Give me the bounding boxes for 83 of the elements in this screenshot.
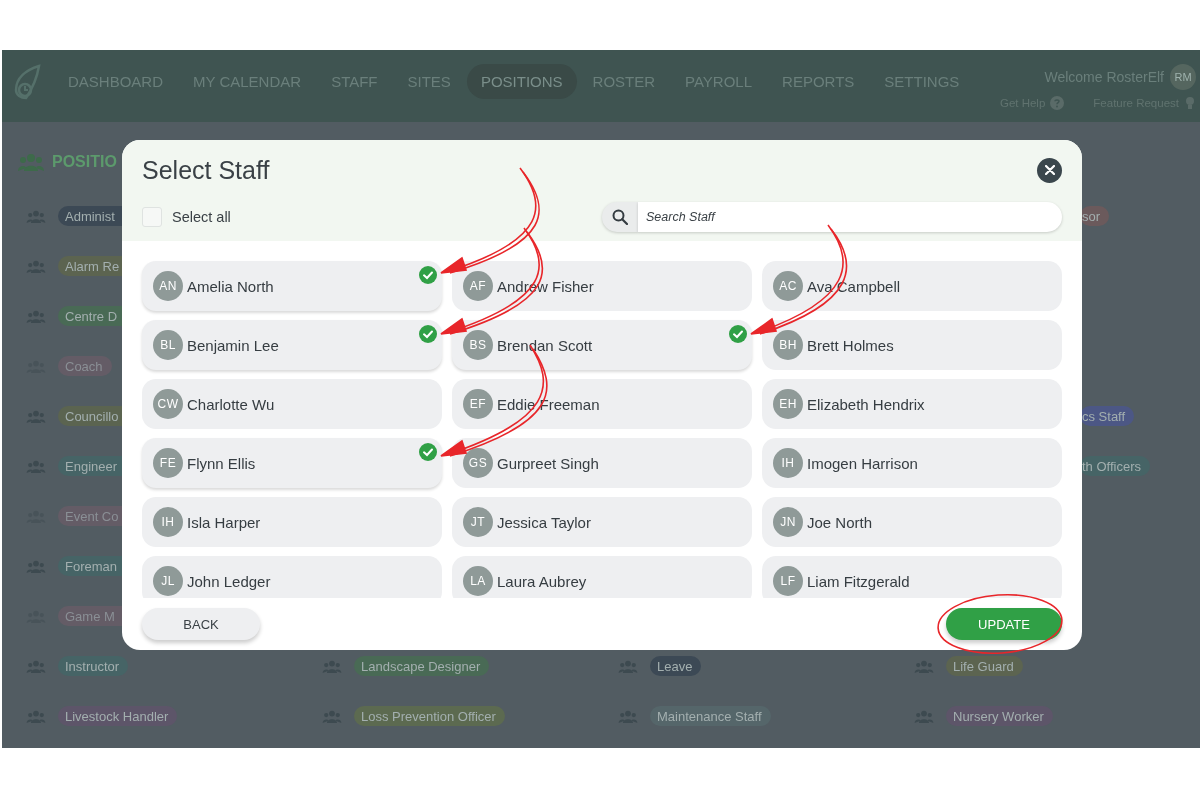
position-name: Instructor bbox=[65, 658, 120, 674]
position-name: Administ bbox=[65, 208, 115, 224]
check-icon bbox=[419, 443, 437, 461]
staff-avatar: LA bbox=[463, 566, 493, 596]
position-name: cs Staff bbox=[1082, 408, 1126, 424]
position-name: sor bbox=[1082, 208, 1101, 224]
staff-card[interactable]: BS Brendan Scott bbox=[452, 320, 752, 370]
staff-card[interactable]: LF Liam Fitzgerald bbox=[762, 556, 1062, 598]
staff-card[interactable]: IH Isla Harper bbox=[142, 497, 442, 547]
staff-name: Imogen Harrison bbox=[807, 454, 918, 472]
check-icon bbox=[419, 325, 437, 343]
search-icon bbox=[612, 209, 628, 225]
staff-card[interactable]: LA Laura Aubrey bbox=[452, 556, 752, 598]
staff-name: Flynn Ellis bbox=[187, 454, 256, 472]
position-name: Centre D bbox=[65, 308, 118, 324]
page-title: POSITIO bbox=[52, 153, 117, 171]
staff-avatar: AC bbox=[773, 271, 803, 301]
position-name: Councillo bbox=[65, 408, 119, 424]
staff-avatar: BS bbox=[463, 330, 493, 360]
staff-name: Jessica Taylor bbox=[497, 513, 591, 531]
staff-name: Brett Holmes bbox=[807, 336, 894, 354]
position-name: Nursery Worker bbox=[953, 708, 1044, 724]
staff-name: Brendan Scott bbox=[497, 336, 593, 354]
staff-avatar: AN bbox=[153, 271, 183, 301]
staff-name: Amelia North bbox=[187, 277, 274, 295]
dialog-title: Select Staff bbox=[142, 155, 270, 185]
staff-avatar: EH bbox=[773, 389, 803, 419]
staff-card[interactable]: EH Elizabeth Hendrix bbox=[762, 379, 1062, 429]
close-icon bbox=[1044, 165, 1055, 175]
staff-card[interactable]: AN Amelia North bbox=[142, 261, 442, 311]
staff-avatar: AF bbox=[463, 271, 493, 301]
help-icon bbox=[1050, 96, 1065, 110]
position-name: Alarm Re bbox=[65, 258, 120, 274]
position-name: Leave bbox=[657, 658, 693, 674]
staff-avatar: GS bbox=[463, 448, 493, 478]
staff-card[interactable]: EF Eddie Freeman bbox=[452, 379, 752, 429]
staff-card[interactable]: JT Jessica Taylor bbox=[452, 497, 752, 547]
staff-card[interactable]: BH Brett Holmes bbox=[762, 320, 1062, 370]
staff-name: Laura Aubrey bbox=[497, 572, 587, 590]
position-name: Maintenance Staff bbox=[657, 708, 762, 724]
staff-name: Benjamin Lee bbox=[187, 336, 279, 354]
staff-avatar: BH bbox=[773, 330, 803, 360]
staff-avatar: JT bbox=[463, 507, 493, 537]
staff-card[interactable]: JL John Ledger bbox=[142, 556, 442, 598]
staff-name: Joe North bbox=[807, 513, 873, 531]
position-name: Foreman bbox=[65, 558, 118, 574]
staff-card[interactable]: BL Benjamin Lee bbox=[142, 320, 442, 370]
staff-name: John Ledger bbox=[187, 572, 271, 590]
staff-avatar: BL bbox=[153, 330, 183, 360]
staff-card[interactable]: IH Imogen Harrison bbox=[762, 438, 1062, 488]
staff-name: Liam Fitzgerald bbox=[807, 572, 910, 590]
position-name: Landscape Designer bbox=[361, 658, 481, 674]
staff-card[interactable]: JN Joe North bbox=[762, 497, 1062, 547]
lightbulb-icon bbox=[1184, 96, 1196, 110]
staff-card[interactable]: FE Flynn Ellis bbox=[142, 438, 442, 488]
staff-name: Elizabeth Hendrix bbox=[807, 395, 925, 413]
staff-avatar: IH bbox=[773, 448, 803, 478]
position-name: Life Guard bbox=[953, 658, 1014, 674]
select-all-label: Select all bbox=[172, 209, 231, 225]
staff-avatar: JL bbox=[153, 566, 183, 596]
staff-name: Gurpreet Singh bbox=[497, 454, 599, 472]
staff-card[interactable]: CW Charlotte Wu bbox=[142, 379, 442, 429]
check-icon bbox=[419, 266, 437, 284]
staff-card[interactable]: GS Gurpreet Singh bbox=[452, 438, 752, 488]
search-field[interactable]: Search Staff bbox=[638, 202, 1062, 232]
close-button[interactable] bbox=[1037, 157, 1062, 183]
check-icon bbox=[729, 325, 747, 343]
staff-avatar: EF bbox=[463, 389, 493, 419]
staff-avatar: CW bbox=[153, 389, 183, 419]
people-icon bbox=[18, 153, 44, 171]
staff-name: Isla Harper bbox=[187, 513, 261, 531]
staff-avatar: IH bbox=[153, 507, 183, 537]
staff-name: Charlotte Wu bbox=[187, 395, 275, 413]
back-button[interactable]: BACK bbox=[142, 608, 260, 640]
staff-avatar: FE bbox=[153, 448, 183, 478]
staff-avatar: JN bbox=[773, 507, 803, 537]
search-button[interactable] bbox=[602, 202, 638, 232]
position-name: Loss Prevention Officer bbox=[361, 708, 496, 724]
position-name: Livestock Handler bbox=[65, 708, 169, 724]
position-name: Engineer bbox=[65, 458, 118, 474]
staff-avatar: LF bbox=[773, 566, 803, 596]
staff-name: Eddie Freeman bbox=[497, 395, 600, 413]
position-name: th Officers bbox=[1082, 458, 1141, 474]
